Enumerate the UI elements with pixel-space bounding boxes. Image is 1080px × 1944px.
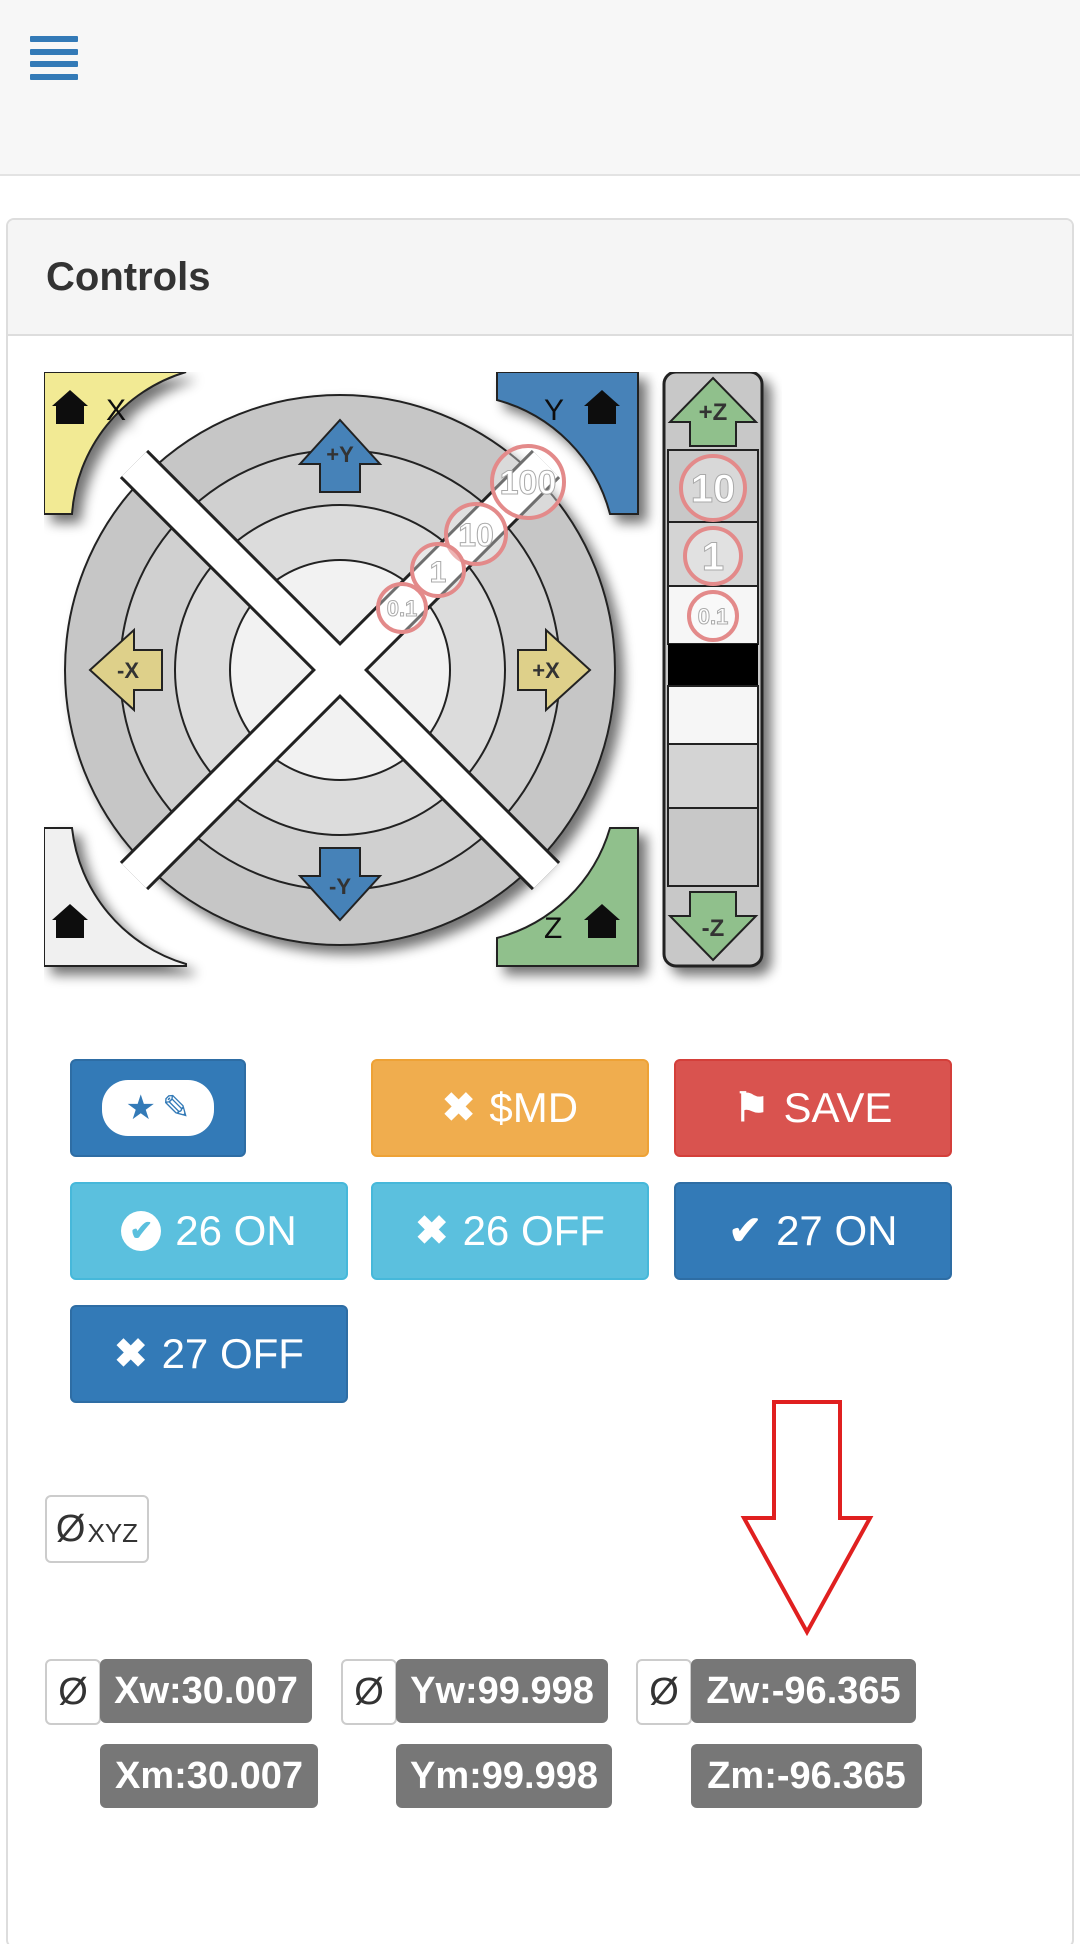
zero-y-symbol: Ø — [354, 1670, 384, 1713]
zero-x-symbol: Ø — [58, 1670, 88, 1713]
pin26-on-button[interactable]: ✔ 26 ON — [70, 1182, 348, 1280]
x-machine-position: Xm:30.007 — [100, 1744, 318, 1808]
jog-control: X Y Z +Y -Y +X -X 100 10 1 0.1 10 1 0.1 … — [44, 372, 764, 968]
pin27-off-button[interactable]: ✖ 27 OFF — [70, 1305, 348, 1403]
plus-y-label: +Y — [326, 442, 354, 467]
z-down-step-0.1[interactable] — [667, 685, 759, 745]
x-work-position: Xw:30.007 — [100, 1659, 312, 1723]
pin27-off-label: 27 OFF — [161, 1330, 304, 1377]
home-y-label: Y — [544, 394, 564, 427]
minus-z-label: -Z — [702, 915, 725, 942]
z-machine-position: Zm:-96.365 — [691, 1744, 922, 1808]
md-label: $MD — [489, 1084, 579, 1131]
macro-edit-button[interactable]: ★ ✎ — [70, 1059, 246, 1157]
z-divider — [668, 644, 758, 686]
panel-heading: Controls — [8, 220, 1072, 336]
md-button[interactable]: ✖ $MD — [371, 1059, 649, 1157]
y-machine-position: Ym:99.998 — [396, 1744, 612, 1808]
close-icon: ✖ — [114, 1332, 148, 1376]
plus-z-label: +Z — [699, 399, 728, 426]
save-button[interactable]: ⚑ SAVE — [674, 1059, 952, 1157]
pin26-off-label: 26 OFF — [462, 1207, 605, 1254]
zero-z-button[interactable]: Ø — [636, 1659, 692, 1725]
zero-x-button[interactable]: Ø — [45, 1659, 101, 1725]
star-pencil-icon: ★ ✎ — [102, 1080, 214, 1136]
step-label-1: 1 — [430, 556, 447, 589]
pin26-off-button[interactable]: ✖ 26 OFF — [371, 1182, 649, 1280]
zero-symbol: Ø — [55, 1507, 86, 1550]
z-down-step-10[interactable] — [667, 807, 759, 887]
minus-x-label: -X — [117, 658, 139, 683]
zero-axes-label: XYZ — [87, 1517, 139, 1548]
hamburger-menu-icon[interactable] — [30, 36, 78, 80]
home-x-label: X — [106, 394, 126, 427]
step-label-100: 100 — [500, 464, 557, 502]
save-label: SAVE — [783, 1084, 893, 1131]
check-circle-icon: ✔ — [121, 1211, 162, 1251]
step-label-0.1: 0.1 — [387, 596, 418, 621]
close-icon: ✖ — [415, 1209, 449, 1253]
pin27-on-label: 27 ON — [776, 1207, 898, 1254]
z-work-position: Zw:-96.365 — [691, 1659, 916, 1723]
home-z-label: Z — [544, 912, 562, 945]
z-label-1: 1 — [702, 535, 724, 579]
z-step-labels: 10 1 0.1 — [679, 454, 747, 642]
pin26-on-label: 26 ON — [175, 1207, 297, 1254]
panel-title: Controls — [46, 254, 211, 299]
zero-y-button[interactable]: Ø — [341, 1659, 397, 1725]
y-work-position: Yw:99.998 — [396, 1659, 608, 1723]
plus-x-label: +X — [532, 658, 560, 683]
close-icon: ✖ — [441, 1086, 476, 1130]
minus-y-label: -Y — [329, 874, 351, 899]
step-label-10: 10 — [458, 517, 494, 553]
top-navbar — [0, 0, 1080, 176]
zero-all-button[interactable]: Ø XYZ — [45, 1495, 149, 1563]
z-label-0.1: 0.1 — [698, 604, 729, 629]
save-flag-icon: ⚑ — [733, 1086, 770, 1130]
check-icon: ✔ — [728, 1209, 763, 1253]
zero-z-symbol: Ø — [649, 1670, 679, 1713]
pin27-on-button[interactable]: ✔ 27 ON — [674, 1182, 952, 1280]
annotation-down-arrow-icon — [740, 1400, 874, 1636]
z-down-step-1[interactable] — [667, 743, 759, 809]
z-label-10: 10 — [691, 467, 736, 511]
